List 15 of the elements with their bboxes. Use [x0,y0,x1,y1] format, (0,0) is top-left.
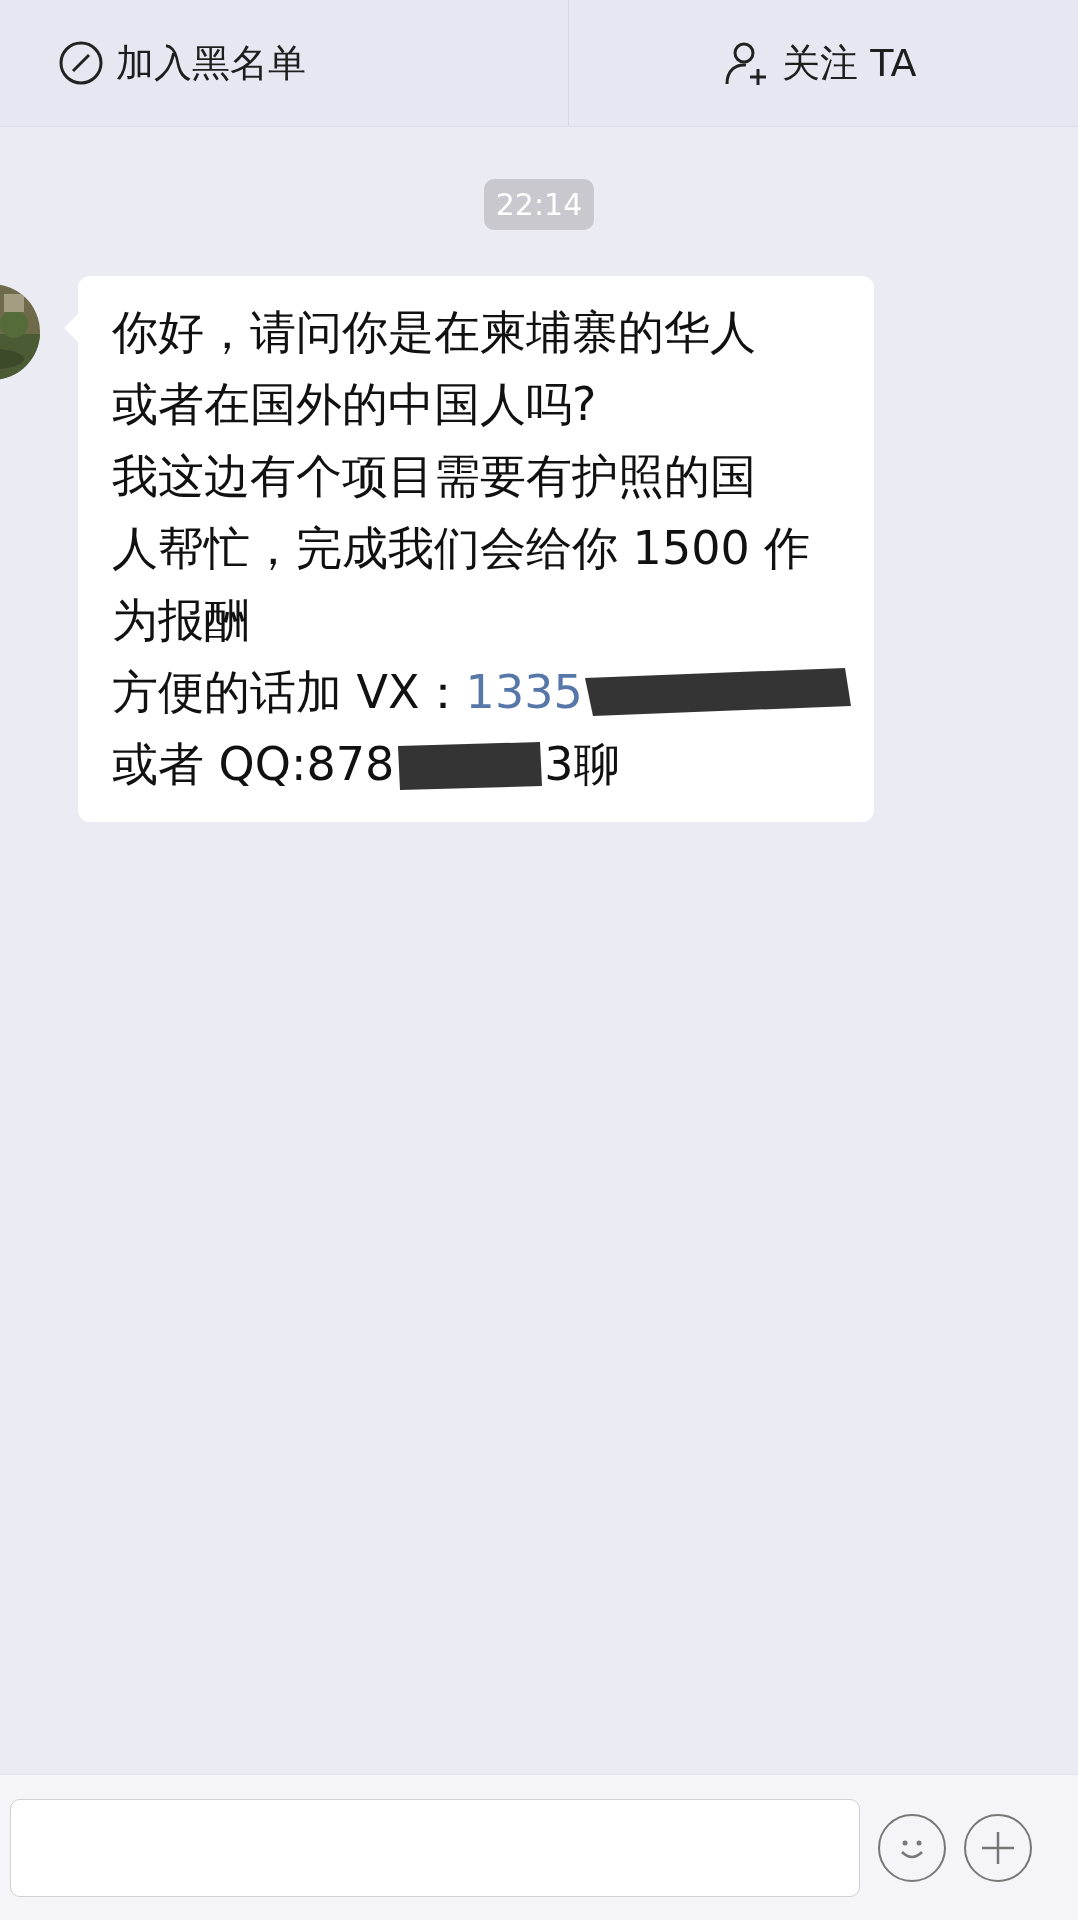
follow-button[interactable]: 关注 TA [568,0,1078,126]
message-text: 或者在国外的中国人吗? [112,376,597,433]
message-text: 为报酬 [112,592,250,649]
message-text: 我这边有个项目需要有护照的国 [112,448,756,505]
message-text: 人帮忙，完成我们会给你 1500 作 [112,520,811,577]
message-text: 或者 QQ:878 [112,736,395,793]
block-icon [58,40,104,86]
emoji-button[interactable] [878,1813,946,1882]
blacklist-button[interactable]: 加入黑名单 [0,0,569,126]
message-text: 你好，请问你是在柬埔寨的华人 [112,304,756,361]
phone-link[interactable]: 1335 [465,656,583,728]
message-text: 3聊 [544,736,620,793]
plus-button[interactable] [964,1813,1032,1882]
message-input[interactable] [10,1798,860,1897]
message-text: 方便的话加 VX： [112,664,466,721]
